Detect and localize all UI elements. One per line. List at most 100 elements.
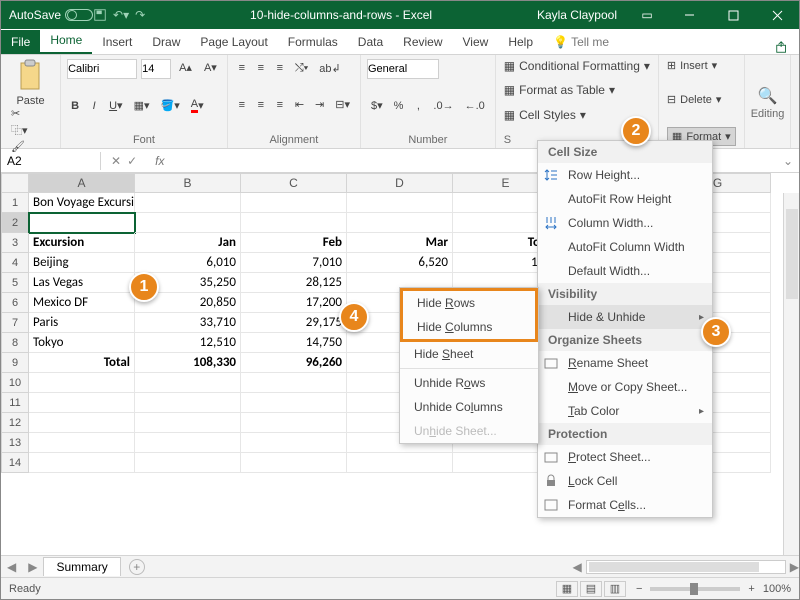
format-as-table-button[interactable]: ▦Format as Table ▾: [504, 83, 650, 97]
align-bottom-icon[interactable]: ≡: [272, 59, 288, 77]
menu-hide-columns[interactable]: Hide Columns: [403, 315, 535, 339]
row-4[interactable]: 4: [1, 253, 29, 273]
increase-indent-icon[interactable]: ⇥: [311, 96, 328, 114]
tell-me[interactable]: 💡 Tell me: [543, 30, 619, 54]
expand-formula-icon[interactable]: ⌄: [777, 154, 799, 168]
enter-formula-icon[interactable]: ✓: [127, 154, 137, 168]
undo-icon[interactable]: ↶▾: [113, 8, 129, 22]
menu-autofit-col[interactable]: AutoFit Column Width: [538, 235, 712, 259]
view-page-layout-icon[interactable]: ▤: [580, 581, 602, 597]
save-icon[interactable]: [93, 8, 107, 22]
scroll-left-icon[interactable]: ◀: [573, 560, 586, 574]
close-button[interactable]: [755, 1, 799, 29]
ribbon-options-icon[interactable]: ▭: [627, 8, 667, 22]
scroll-right-icon[interactable]: ▶: [790, 560, 799, 574]
vertical-scrollbar[interactable]: [783, 193, 799, 555]
comma-icon[interactable]: ,: [410, 97, 426, 115]
italic-button[interactable]: I: [86, 97, 102, 115]
align-right-icon[interactable]: ≡: [272, 96, 288, 114]
zoom-in-button[interactable]: +: [748, 583, 754, 595]
menu-protect-sheet[interactable]: Protect Sheet...: [538, 445, 712, 469]
tab-page-layout[interactable]: Page Layout: [190, 30, 277, 54]
grow-font-icon[interactable]: A▴: [175, 59, 196, 79]
menu-hide-sheet[interactable]: Hide Sheet: [400, 342, 538, 366]
zoom-out-button[interactable]: −: [636, 583, 642, 595]
align-left-icon[interactable]: ≡: [234, 96, 250, 114]
horizontal-scrollbar[interactable]: [586, 560, 786, 574]
copy-icon[interactable]: ⿻▾: [11, 122, 54, 138]
bold-button[interactable]: B: [67, 97, 83, 115]
cell[interactable]: Bon Voyage Excursions: [29, 193, 135, 213]
row-9[interactable]: 9: [1, 353, 29, 373]
prev-sheet-icon[interactable]: ◀: [1, 560, 22, 574]
percent-icon[interactable]: %: [390, 97, 408, 115]
font-color-icon[interactable]: A▾: [187, 97, 208, 115]
autosave-toggle-icon[interactable]: [65, 9, 93, 21]
minimize-button[interactable]: [667, 1, 711, 29]
zoom-percent[interactable]: 100%: [763, 583, 791, 595]
tab-formulas[interactable]: Formulas: [278, 30, 348, 54]
menu-row-height[interactable]: Row Height...: [538, 163, 712, 187]
font-size-input[interactable]: [141, 59, 171, 79]
tab-file[interactable]: File: [1, 30, 40, 54]
user-name[interactable]: Kayla Claypool: [537, 8, 617, 22]
select-all-corner[interactable]: [1, 173, 29, 193]
tab-draw[interactable]: Draw: [142, 30, 190, 54]
accounting-icon[interactable]: $▾: [367, 97, 387, 115]
menu-move-copy[interactable]: Move or Copy Sheet...: [538, 375, 712, 399]
menu-unhide-columns[interactable]: Unhide Columns: [400, 395, 538, 419]
align-top-icon[interactable]: ≡: [234, 59, 250, 77]
fill-color-icon[interactable]: 🪣▾: [157, 97, 184, 115]
row-2[interactable]: 2: [1, 213, 29, 233]
name-box[interactable]: [1, 152, 101, 170]
decrease-indent-icon[interactable]: ⇤: [291, 96, 308, 114]
row-3[interactable]: 3: [1, 233, 29, 253]
redo-icon[interactable]: ↷: [135, 8, 145, 22]
tab-help[interactable]: Help: [498, 30, 543, 54]
menu-hide-unhide[interactable]: Hide & Unhide: [538, 305, 712, 329]
row-6[interactable]: 6: [1, 293, 29, 313]
font-name-input[interactable]: [67, 59, 137, 79]
align-middle-icon[interactable]: ≡: [253, 59, 269, 77]
col-A[interactable]: A: [29, 173, 135, 193]
menu-format-cells[interactable]: Format Cells...: [538, 493, 712, 517]
shrink-font-icon[interactable]: A▾: [200, 59, 221, 79]
conditional-formatting-button[interactable]: ▦Conditional Formatting ▾: [504, 59, 650, 73]
active-cell[interactable]: [29, 213, 135, 233]
row-5[interactable]: 5: [1, 273, 29, 293]
row-13[interactable]: 13: [1, 433, 29, 453]
row-12[interactable]: 12: [1, 413, 29, 433]
paste-icon[interactable]: [17, 59, 45, 95]
menu-tab-color[interactable]: Tab Color: [538, 399, 712, 423]
menu-unhide-rows[interactable]: Unhide Rows: [400, 371, 538, 395]
tab-insert[interactable]: Insert: [92, 30, 142, 54]
col-B[interactable]: B: [135, 173, 241, 193]
border-icon[interactable]: ▦▾: [130, 97, 154, 115]
find-select-icon[interactable]: 🔍: [758, 86, 778, 106]
underline-button[interactable]: U▾: [105, 97, 126, 115]
share-icon[interactable]: [775, 40, 789, 54]
decrease-decimal-icon[interactable]: ←.0: [461, 97, 489, 115]
tab-home[interactable]: Home: [40, 28, 92, 54]
wrap-text-icon[interactable]: ab↲: [315, 59, 344, 77]
row-8[interactable]: 8: [1, 333, 29, 353]
cut-icon[interactable]: ✂: [11, 107, 54, 120]
menu-column-width[interactable]: Column Width...: [538, 211, 712, 235]
autosave-control[interactable]: AutoSave: [9, 8, 93, 22]
cancel-formula-icon[interactable]: ✕: [111, 154, 121, 168]
row-7[interactable]: 7: [1, 313, 29, 333]
menu-default-width[interactable]: Default Width...: [538, 259, 712, 283]
view-page-break-icon[interactable]: ▥: [604, 581, 626, 597]
row-10[interactable]: 10: [1, 373, 29, 393]
menu-lock-cell[interactable]: Lock Cell: [538, 469, 712, 493]
merge-center-icon[interactable]: ⊟▾: [331, 96, 354, 114]
menu-autofit-row[interactable]: AutoFit Row Height: [538, 187, 712, 211]
col-D[interactable]: D: [347, 173, 453, 193]
view-normal-icon[interactable]: ▦: [556, 581, 578, 597]
tab-view[interactable]: View: [453, 30, 499, 54]
increase-decimal-icon[interactable]: .0→: [429, 97, 457, 115]
sheet-tab-summary[interactable]: Summary: [43, 557, 120, 576]
tab-review[interactable]: Review: [393, 30, 452, 54]
row-1[interactable]: 1: [1, 193, 29, 213]
maximize-button[interactable]: [711, 1, 755, 29]
